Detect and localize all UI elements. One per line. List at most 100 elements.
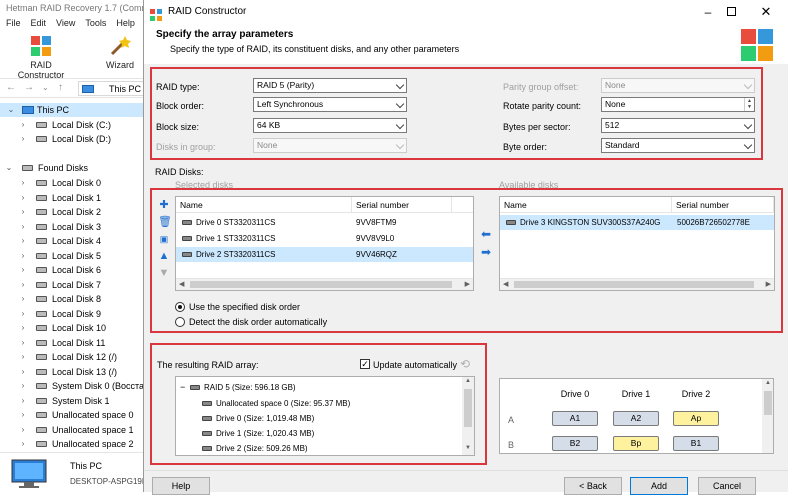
cancel-button[interactable]: Cancel [698,477,756,495]
menu-tools[interactable]: Tools [85,16,106,30]
chevron-right-icon[interactable]: › [18,365,28,379]
disk-properties-icon[interactable]: ▣ [158,233,170,245]
tree-found-disk[interactable]: › Local Disk 1 [0,191,150,205]
scroll-right-icon[interactable]: ▶ [766,279,771,290]
tree-local-disk-c[interactable]: › Local Disk (C:) [0,118,150,132]
chevron-down-icon[interactable]: ⌄ [6,103,16,117]
selected-disks-list[interactable]: Name Serial number Drive 0 ST3320311CS 9… [175,196,474,291]
table-row[interactable]: Drive 3 KINGSTON SUV300S37A240G 50026B72… [500,215,774,230]
update-auto-checkbox[interactable]: ✓ [360,359,370,369]
chevron-right-icon[interactable]: › [18,350,28,364]
tree-found-disk[interactable]: › Local Disk 6 [0,263,150,277]
add-disk-icon[interactable]: ✚ [158,199,170,211]
tree-item[interactable]: Unallocated space 0 (Size: 95.37 MB) [176,396,461,411]
scroll-down-icon[interactable]: ▼ [465,445,471,451]
menu-help[interactable]: Help [116,16,135,30]
refresh-icon[interactable]: ⟲ [460,357,470,371]
chevron-right-icon[interactable]: › [18,379,28,393]
vertical-scrollbar[interactable]: ▲ [762,379,773,453]
scroll-up-icon[interactable]: ▲ [765,380,771,386]
chevron-right-icon[interactable]: › [18,307,28,321]
tree-found-disk[interactable]: › Local Disk 8 [0,292,150,306]
chevron-right-icon[interactable]: › [18,191,28,205]
tree-found-disk[interactable]: › System Disk 0 (Восстан [0,379,150,393]
chevron-right-icon[interactable]: › [18,220,28,234]
wizard-button[interactable]: Wizard [100,32,140,70]
back-button[interactable]: < Back [564,477,622,495]
tree-item[interactable]: Drive 1 (Size: 1,020.43 MB) [176,426,461,441]
tree-found-disk[interactable]: › Local Disk 2 [0,205,150,219]
move-left-arrow-icon[interactable]: ⬅ [480,228,492,240]
vertical-scrollbar[interactable]: ▲ ▼ [462,377,474,455]
tree-this-pc[interactable]: ⌄ This PC [0,103,150,117]
tree-found-disk[interactable]: › Local Disk 9 [0,307,150,321]
chevron-right-icon[interactable]: › [18,176,28,190]
tree-found-disks[interactable]: ⌄ Found Disks [0,161,150,175]
tree-found-disk[interactable]: › Local Disk 12 (/) [0,350,150,364]
order-specified-radio[interactable] [175,302,185,312]
move-up-icon[interactable]: ▲ [158,250,170,262]
block-size-select[interactable]: 64 KB [253,118,407,133]
move-down-icon[interactable]: ▼ [158,267,170,279]
help-button[interactable]: Help [152,477,210,495]
raid-constructor-button[interactable]: RAID Constructor [6,32,76,80]
horizontal-scrollbar[interactable]: ◀ ▶ [176,278,473,290]
tree-item[interactable]: Drive 2 (Size: 509.26 MB) [176,441,461,455]
horizontal-scrollbar[interactable]: ◀ ▶ [500,278,774,290]
chevron-right-icon[interactable]: › [18,263,28,277]
tree-found-disk[interactable]: › Local Disk 3 [0,220,150,234]
order-auto-radio[interactable] [175,317,185,327]
tree-found-disk[interactable]: › Local Disk 13 (/) [0,365,150,379]
chevron-right-icon[interactable]: › [18,321,28,335]
available-disks-list[interactable]: Name Serial number Drive 3 KINGSTON SUV3… [499,196,775,291]
delete-icon[interactable]: 🗑 [158,216,172,228]
tree-found-disk[interactable]: › Local Disk 11 [0,336,150,350]
up-arrow-icon[interactable]: ↑ [58,82,63,93]
tree-local-disk-d[interactable]: › Local Disk (D:) [0,132,150,146]
spinner-arrows-icon[interactable]: ▲ ▼ [744,98,754,111]
maximize-icon[interactable] [727,7,736,16]
chevron-down-icon[interactable]: ⌄ [4,161,14,175]
scrollbar-thumb[interactable] [464,389,472,427]
tree-found-disk[interactable]: › System Disk 1 [0,394,150,408]
tree-found-disk[interactable]: › Local Disk 7 [0,278,150,292]
scrollbar-thumb[interactable] [764,391,772,415]
add-button[interactable]: Add [630,477,688,495]
tree-found-disk[interactable]: › Unallocated space 0 [0,408,150,422]
tree-found-disk[interactable]: › Local Disk 10 [0,321,150,335]
forward-arrow-icon[interactable]: → [24,82,34,93]
scroll-up-icon[interactable]: ▲ [465,378,471,384]
block-order-select[interactable]: Left Synchronous [253,97,407,112]
chevron-right-icon[interactable]: › [18,292,28,306]
scroll-left-icon[interactable]: ◀ [179,279,184,290]
tree-found-disk[interactable]: › Local Disk 4 [0,234,150,248]
collapse-icon[interactable]: − [180,380,185,395]
chevron-right-icon[interactable]: › [18,249,28,263]
chevron-right-icon[interactable]: › [18,336,28,350]
tree-found-disk[interactable]: › Local Disk 5 [0,249,150,263]
chevron-right-icon[interactable]: › [18,394,28,408]
tree-root[interactable]: − RAID 5 (Size: 596.18 GB) [176,380,461,395]
chevron-right-icon[interactable]: › [18,118,28,132]
chevron-right-icon[interactable]: › [18,408,28,422]
address-field[interactable]: This PC [78,81,150,96]
tree-found-disk[interactable]: › Unallocated space 1 [0,423,150,437]
chevron-right-icon[interactable]: › [18,278,28,292]
column-serial[interactable]: Serial number [352,197,452,213]
bytes-per-sector-select[interactable]: 512 [601,118,755,133]
byte-order-select[interactable]: Standard [601,138,755,153]
table-row[interactable]: Drive 1 ST3320311CS 9VV8V9L0 [176,231,473,246]
column-name[interactable]: Name [500,197,672,213]
tree-found-disk[interactable]: › Local Disk 0 [0,176,150,190]
raid-type-select[interactable]: RAID 5 (Parity) [253,78,407,93]
tree-item[interactable]: Drive 0 (Size: 1,019.48 MB) [176,411,461,426]
chevron-right-icon[interactable]: › [18,234,28,248]
back-arrow-icon[interactable]: ← [6,82,16,93]
rotate-parity-spinner[interactable]: None ▲ ▼ [601,97,755,112]
chevron-right-icon[interactable]: › [18,423,28,437]
minimize-icon[interactable]: – [698,0,718,24]
chevron-down-icon[interactable]: ⌄ [42,83,49,92]
column-serial[interactable]: Serial number [672,197,774,213]
menu-edit[interactable]: Edit [31,16,47,30]
chevron-right-icon[interactable]: › [18,205,28,219]
